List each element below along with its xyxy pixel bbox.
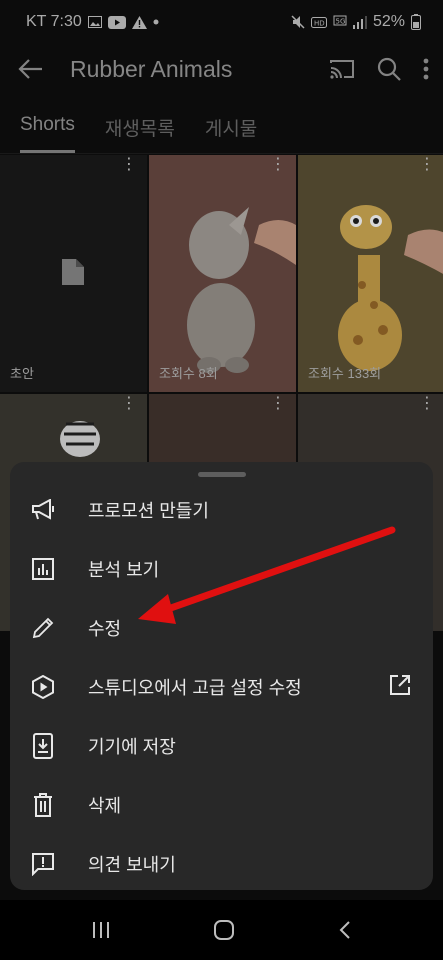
- drag-handle[interactable]: [198, 472, 246, 477]
- gallery-icon: [87, 16, 102, 28]
- tab-posts[interactable]: 게시물: [205, 100, 257, 153]
- cast-icon[interactable]: [329, 58, 355, 80]
- menu-item-edit[interactable]: 수정: [10, 598, 433, 657]
- app-bar-actions: [329, 57, 429, 81]
- menu-item-label: 스튜디오에서 고급 설정 수정: [88, 677, 302, 698]
- system-nav-bar: [0, 900, 443, 960]
- tile-views: 조회수 133회: [308, 366, 382, 381]
- home-icon[interactable]: [213, 919, 235, 941]
- menu-item-label: 분석 보기: [88, 559, 160, 580]
- svg-text:5G: 5G: [335, 18, 345, 26]
- battery-level: 52%: [372, 13, 405, 30]
- short-tile-rhino[interactable]: ⋮ 조회수 8회: [149, 155, 296, 392]
- giraffe-thumbnail: [338, 205, 443, 371]
- menu-item-label: 수정: [88, 618, 122, 639]
- warning-icon: [131, 15, 147, 29]
- hd-icon: HD: [310, 16, 327, 28]
- tab-playlists[interactable]: 재생목록: [105, 100, 175, 153]
- menu-item-save-to-device[interactable]: 기기에 저장: [10, 716, 433, 775]
- page-title: Rubber Animals: [70, 55, 233, 82]
- tab-shorts[interactable]: Shorts: [20, 100, 75, 153]
- bottom-sheet-menu: 프로모션 만들기 분석 보기 수정 스튜디오에서 고급 설정 수정 기기에 저장…: [10, 462, 433, 890]
- more-vert-icon[interactable]: [423, 58, 429, 80]
- carrier-time: KT 7:30: [26, 13, 82, 30]
- menu-item-label: 의견 보내기: [88, 854, 176, 875]
- back-nav-icon[interactable]: [338, 920, 352, 940]
- status-bar: KT 7:30 HD 5G 52%: [0, 0, 443, 44]
- tile-more-icon[interactable]: ⋮: [419, 396, 435, 412]
- menu-item-label: 프로모션 만들기: [88, 500, 209, 521]
- network-5g-icon: 5G: [333, 15, 347, 29]
- battery-icon: [411, 14, 421, 30]
- menu-item-promotion[interactable]: 프로모션 만들기: [10, 480, 433, 539]
- short-tile-draft[interactable]: ⋮ 초안: [0, 155, 147, 392]
- recent-apps-icon[interactable]: [91, 921, 111, 939]
- menu-item-label: 삭제: [88, 795, 122, 816]
- menu-item-feedback[interactable]: 의견 보내기: [10, 834, 433, 893]
- menu-item-analytics[interactable]: 분석 보기: [10, 539, 433, 598]
- menu-list: 프로모션 만들기 분석 보기 수정 스튜디오에서 고급 설정 수정 기기에 저장…: [10, 480, 433, 893]
- app-bar: Rubber Animals: [0, 44, 443, 94]
- signal-icon: [352, 15, 367, 29]
- mute-icon: [291, 15, 305, 29]
- rhino-thumbnail: [187, 207, 296, 373]
- back-arrow-icon[interactable]: [18, 58, 44, 80]
- tile-views: 조회수 8회: [159, 366, 218, 381]
- dot-icon: [153, 19, 159, 25]
- trash-icon: [30, 792, 56, 818]
- megaphone-icon: [30, 497, 56, 523]
- feedback-icon: [30, 851, 56, 877]
- open-external-icon: [389, 674, 411, 701]
- tile-more-icon[interactable]: ⋮: [270, 396, 286, 412]
- pencil-icon: [30, 615, 56, 641]
- status-left: KT 7:30: [26, 13, 159, 31]
- analytics-icon: [30, 556, 56, 582]
- download-icon: [30, 732, 56, 759]
- search-icon[interactable]: [377, 57, 401, 81]
- file-icon: [62, 259, 84, 290]
- svg-text:HD: HD: [314, 19, 325, 27]
- menu-item-studio-settings[interactable]: 스튜디오에서 고급 설정 수정: [10, 657, 433, 716]
- menu-item-delete[interactable]: 삭제: [10, 775, 433, 834]
- tile-more-icon[interactable]: ⋮: [121, 157, 137, 173]
- youtube-icon: [107, 15, 126, 29]
- short-tile-giraffe[interactable]: ⋮ 조회수 133회: [298, 155, 443, 392]
- tile-label: 초안: [10, 366, 34, 381]
- channel-tabs: Shorts 재생목록 게시물: [0, 100, 443, 154]
- menu-item-label: 기기에 저장: [88, 736, 176, 757]
- status-right: HD 5G 52%: [291, 13, 421, 31]
- studio-icon: [30, 674, 56, 700]
